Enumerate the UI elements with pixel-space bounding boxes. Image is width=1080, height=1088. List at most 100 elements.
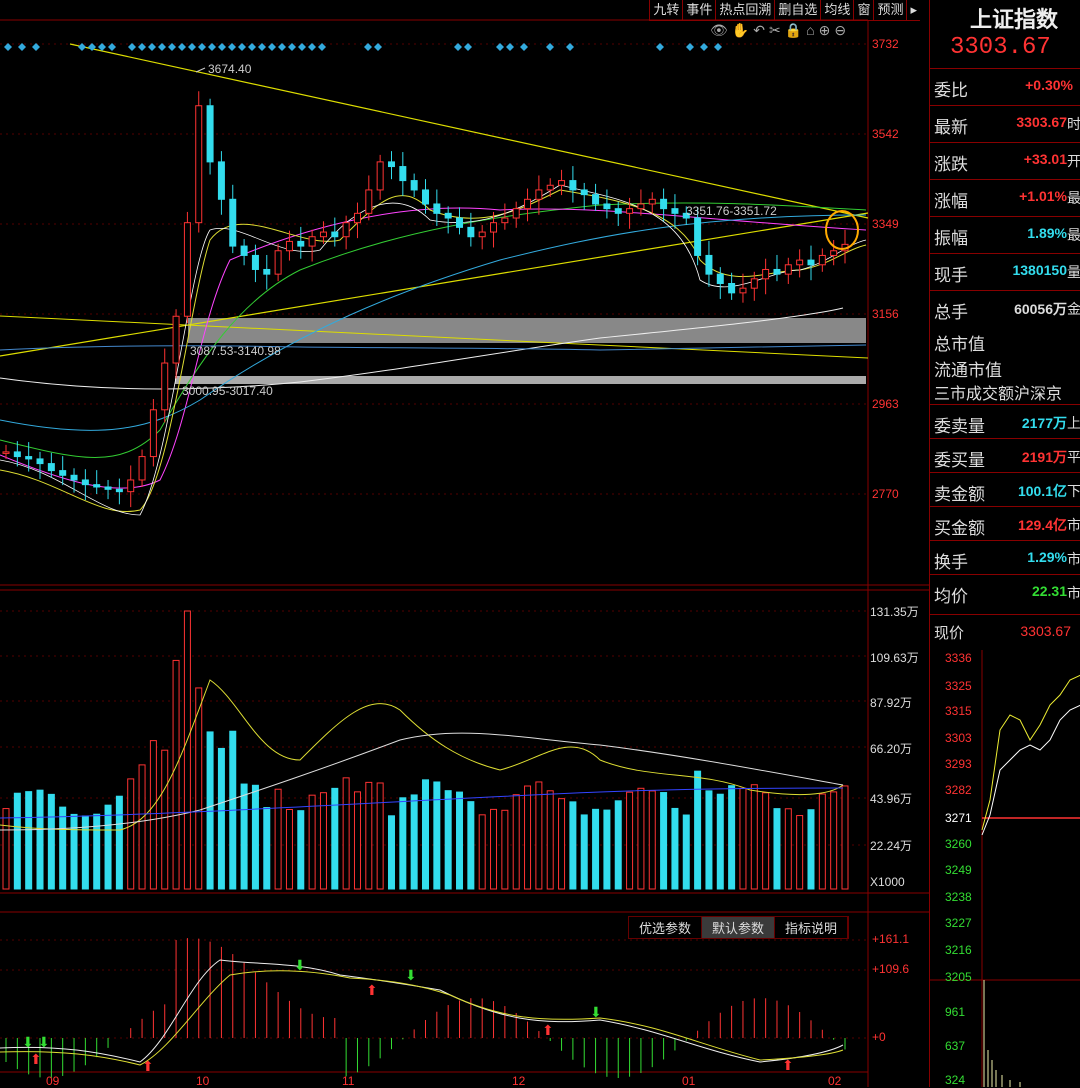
zoom-in-icon[interactable]: ⊕	[819, 22, 831, 39]
candle[interactable]	[818, 254, 826, 266]
candle[interactable]	[161, 362, 169, 411]
toolbar-events[interactable]: 事件	[682, 0, 715, 20]
candle[interactable]	[183, 222, 191, 317]
toolbar-forecast[interactable]: 预测	[873, 0, 906, 20]
candle[interactable]	[127, 479, 135, 493]
candle[interactable]	[637, 203, 645, 210]
candle[interactable]	[784, 264, 792, 275]
default-params-button[interactable]: 默认参数	[702, 917, 776, 938]
candle[interactable]	[319, 231, 327, 238]
candle[interactable]	[626, 208, 634, 214]
candle[interactable]	[342, 222, 350, 238]
candle[interactable]	[274, 250, 282, 275]
candle[interactable]	[603, 203, 611, 210]
candle[interactable]	[410, 180, 418, 191]
candle[interactable]	[592, 194, 600, 205]
signal-diamond	[128, 43, 136, 51]
candle[interactable]	[172, 315, 180, 364]
candle[interactable]	[830, 250, 838, 256]
toolbar-jiuzhuan[interactable]: 九转	[649, 0, 682, 20]
candle[interactable]	[456, 217, 464, 228]
toolbar-ma[interactable]: 均线	[820, 0, 853, 20]
home-icon[interactable]: ⌂	[806, 22, 814, 39]
candle[interactable]	[47, 463, 55, 472]
candle[interactable]	[807, 259, 815, 266]
candle[interactable]	[217, 161, 225, 200]
candle[interactable]	[433, 203, 441, 214]
quote-row: 委比 +0.30%	[930, 68, 1080, 103]
candle[interactable]	[25, 456, 33, 460]
candle[interactable]	[13, 451, 21, 458]
candle[interactable]	[229, 198, 237, 247]
candle[interactable]	[240, 245, 248, 256]
candle[interactable]	[399, 166, 407, 182]
quote-value: 1.89%	[1027, 225, 1067, 241]
candle[interactable]	[444, 212, 452, 219]
candle[interactable]	[739, 287, 747, 294]
candle[interactable]	[501, 217, 509, 224]
toolbar-hotspot[interactable]: 热点回溯	[715, 0, 774, 20]
candle[interactable]	[251, 254, 259, 270]
candle[interactable]	[490, 222, 498, 233]
candle[interactable]	[569, 180, 577, 191]
candle[interactable]	[59, 470, 67, 476]
indicator-help-button[interactable]: 指标说明	[775, 917, 849, 938]
lock-icon[interactable]: 🔒	[785, 22, 802, 39]
candle[interactable]	[716, 273, 724, 285]
candle[interactable]	[648, 198, 656, 205]
toolbar-expand-icon[interactable]: ▸	[906, 0, 920, 20]
candle[interactable]	[728, 283, 736, 294]
candle[interactable]	[660, 198, 668, 210]
signal-diamond	[700, 43, 708, 51]
zoom-out-icon[interactable]: ⊖	[834, 22, 846, 39]
candle[interactable]	[750, 278, 758, 289]
candle[interactable]	[467, 226, 475, 238]
candle[interactable]	[70, 474, 78, 481]
candle[interactable]	[705, 254, 713, 275]
signal-diamond	[178, 43, 186, 51]
candle[interactable]	[376, 161, 384, 191]
candle[interactable]	[535, 189, 543, 200]
toolbar-window[interactable]: 窗	[853, 0, 873, 20]
optimal-params-button[interactable]: 优选参数	[629, 917, 703, 938]
undo-icon[interactable]: ↶	[753, 22, 765, 39]
candle[interactable]	[546, 184, 554, 191]
candle[interactable]	[524, 198, 532, 210]
x-label: 11	[342, 1074, 355, 1088]
candle[interactable]	[297, 240, 305, 247]
candle[interactable]	[81, 479, 89, 486]
candle[interactable]	[115, 488, 123, 493]
volume-bar	[524, 785, 532, 890]
candle[interactable]	[694, 217, 702, 256]
toolbar-remove-favorite[interactable]: 删自选	[774, 0, 820, 20]
candle[interactable]	[331, 231, 339, 238]
scissors-icon[interactable]: ✂	[769, 22, 781, 39]
candle[interactable]	[2, 451, 10, 454]
candle[interactable]	[422, 189, 429, 205]
candle[interactable]	[558, 180, 566, 186]
candle[interactable]	[138, 456, 146, 481]
candle[interactable]	[614, 208, 622, 214]
candle[interactable]	[263, 268, 271, 275]
candle[interactable]	[308, 236, 316, 247]
candle[interactable]	[104, 486, 112, 490]
candle[interactable]	[512, 208, 520, 219]
candle[interactable]	[478, 231, 486, 238]
candle[interactable]	[149, 409, 157, 458]
candle[interactable]	[93, 484, 101, 488]
candle[interactable]	[285, 240, 293, 252]
candle[interactable]	[206, 105, 214, 163]
candle[interactable]	[365, 189, 373, 214]
candle[interactable]	[36, 458, 44, 465]
candle[interactable]	[762, 268, 770, 280]
volume-bar	[784, 808, 792, 890]
candle[interactable]	[195, 105, 203, 224]
candle[interactable]	[353, 212, 361, 224]
candle[interactable]	[580, 189, 588, 196]
candle[interactable]	[387, 161, 395, 168]
candle[interactable]	[773, 268, 781, 275]
candle[interactable]	[796, 259, 804, 266]
eye-icon[interactable]: 👁	[710, 22, 728, 39]
hand-icon[interactable]: ✋	[732, 22, 749, 39]
candle[interactable]	[671, 208, 679, 214]
